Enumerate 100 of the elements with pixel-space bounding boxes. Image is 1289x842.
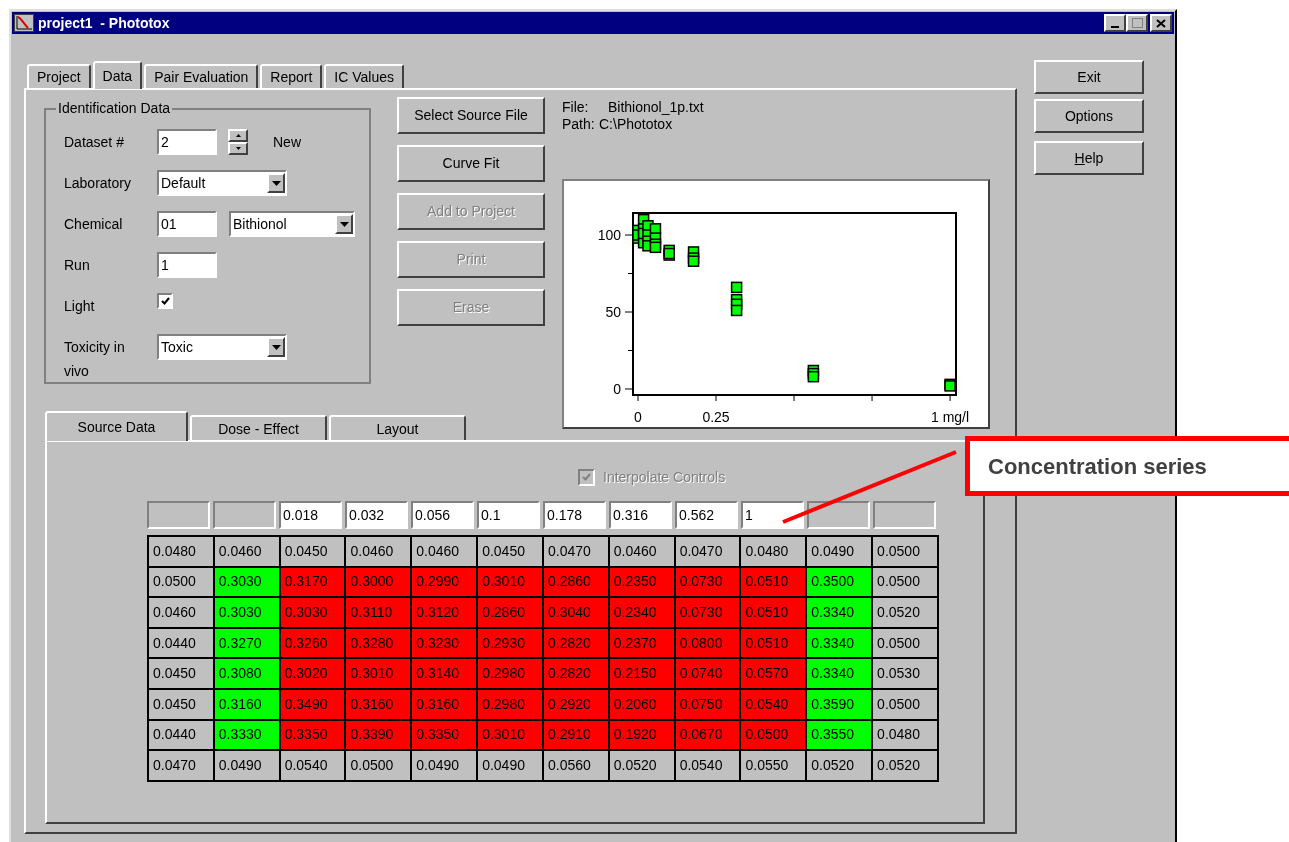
table-cell: 0.0540 [675, 751, 742, 782]
table-cell: 0.2990 [412, 567, 479, 599]
field-label: Toxicity in vivo [64, 338, 126, 381]
table-cell: 0.2920 [543, 689, 610, 721]
table-cell: 0.0750 [675, 689, 742, 721]
table-cell: 0.0540 [280, 751, 347, 782]
checkbox-label: Interpolate Controls [603, 467, 726, 487]
table-cell: 0.0450 [149, 689, 215, 721]
table-cell: 0.3340 [807, 628, 874, 660]
table-cell: 0.0500 [741, 720, 808, 752]
file-label: File: [562, 99, 590, 116]
table-cell: 0.3030 [214, 567, 281, 599]
table-cell: 0.0510 [741, 598, 808, 629]
table-cell: 0.0570 [741, 659, 808, 690]
table-cell: 0.0510 [741, 628, 808, 660]
table-cell: 0.3350 [280, 720, 347, 752]
table-cell: 0.2910 [543, 720, 610, 752]
table-cell: 0.0550 [741, 751, 808, 782]
table-cell: 0.3340 [807, 659, 874, 690]
table-cell: 0.0500 [346, 751, 413, 782]
table-cell: 0.3330 [214, 720, 281, 752]
table-cell: 0.0800 [675, 628, 742, 660]
table-cell: 0.0490 [478, 751, 544, 782]
table-cell: 0.3260 [280, 628, 347, 660]
table-cell: 0.3390 [346, 720, 413, 752]
table-cell: 0.0500 [873, 689, 939, 721]
table-cell: 0.0480 [149, 537, 215, 568]
table-cell: 0.0500 [149, 567, 215, 599]
table-cell: 0.0470 [149, 751, 215, 782]
table-cell: 0.3140 [412, 659, 479, 690]
axis-tick-label: 0.25 [702, 409, 730, 425]
table-cell: 0.0500 [873, 537, 939, 568]
table-cell: 0.3010 [478, 567, 544, 599]
table-cell: 0.2150 [609, 659, 676, 690]
table-cell: 0.0460 [149, 598, 215, 629]
table-cell: 0.0460 [214, 537, 281, 568]
table-cell: 0.0560 [543, 751, 610, 782]
table-cell: 0.3590 [807, 689, 874, 721]
table-cell: 0.3170 [280, 567, 347, 599]
axis-tick-label: 0 [613, 381, 621, 397]
table-cell: 0.0450 [478, 537, 544, 568]
table-cell: 0.1920 [609, 720, 676, 752]
table-cell: 0.0530 [873, 659, 939, 690]
table-cell: 0.3030 [214, 598, 281, 629]
table-cell: 0.3120 [412, 598, 479, 629]
table-cell: 0.0520 [807, 751, 874, 782]
table-cell: 0.3550 [807, 720, 874, 752]
table-cell: 0.3500 [807, 567, 874, 599]
field-label: Run [64, 256, 91, 275]
table-cell: 0.0480 [873, 720, 939, 752]
table-cell: 0.2820 [543, 659, 610, 690]
table-cell: 0.0670 [675, 720, 742, 752]
table-cell: 0.3160 [412, 689, 479, 721]
table-cell: 0.0440 [149, 628, 215, 660]
table-cell: 0.0740 [675, 659, 742, 690]
table-cell: 0.2340 [609, 598, 676, 629]
table-cell: 0.0470 [675, 537, 742, 568]
table-cell: 0.2860 [478, 598, 544, 629]
table-cell: 0.3020 [280, 659, 347, 690]
table-cell: 0.3110 [346, 598, 413, 629]
table-cell: 0.0450 [149, 659, 215, 690]
table-cell: 0.0490 [807, 537, 874, 568]
table-cell: 0.2980 [478, 689, 544, 721]
table-cell: 0.2860 [543, 567, 610, 599]
table-cell: 0.0500 [873, 628, 939, 660]
group-legend: Identification Data [56, 98, 173, 119]
axis-tick-label: 100 [597, 227, 621, 243]
field-label: Laboratory [64, 174, 132, 193]
table-cell: 0.2980 [478, 659, 544, 690]
window-title: project1 - Phototox [38, 13, 170, 33]
table-cell: 0.3040 [543, 598, 610, 629]
table-cell: 0.3490 [280, 689, 347, 721]
table-cell: 0.3000 [346, 567, 413, 599]
axis-tick-label: 50 [605, 304, 621, 320]
table-cell: 0.2820 [543, 628, 610, 660]
table-cell: 0.0450 [280, 537, 347, 568]
field-label: Dataset # [64, 133, 125, 152]
table-cell: 0.0510 [741, 567, 808, 599]
path-label: Path: [562, 116, 596, 133]
callout-box: Concentration series [965, 436, 1289, 496]
file-name: Bithionol_1p.txt [608, 99, 704, 116]
field-label: Light [64, 297, 96, 316]
table-cell: 0.0500 [873, 567, 939, 599]
status-text: New [273, 132, 301, 152]
axis-tick-label: 1 mg/l [931, 409, 970, 425]
table-cell: 0.0460 [609, 537, 676, 568]
axis-tick-label: 0 [634, 409, 642, 425]
table-cell: 0.0730 [675, 567, 742, 599]
table-cell: 0.0520 [873, 751, 939, 782]
table-cell: 0.3160 [346, 689, 413, 721]
table-cell: 0.3010 [346, 659, 413, 690]
table-cell: 0.2930 [478, 628, 544, 660]
table-cell: 0.3280 [346, 628, 413, 660]
table-cell: 0.0520 [609, 751, 676, 782]
table-cell: 0.0520 [873, 598, 939, 629]
table-cell: 0.0540 [741, 689, 808, 721]
table-cell: 0.2060 [609, 689, 676, 721]
table-cell: 0.3010 [478, 720, 544, 752]
table-cell: 0.3080 [214, 659, 281, 690]
table-cell: 0.0460 [412, 537, 479, 568]
